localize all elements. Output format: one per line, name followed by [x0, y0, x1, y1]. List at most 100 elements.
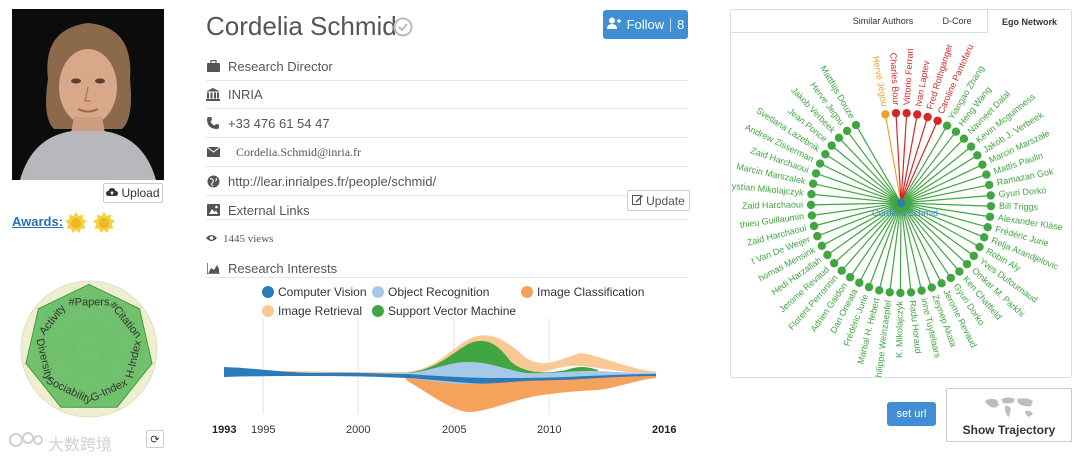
awards-link[interactable]: Awards:: [12, 214, 63, 229]
ego-center-node[interactable]: [897, 199, 905, 207]
ego-node[interactable]: [985, 212, 995, 221]
ego-node[interactable]: [983, 223, 992, 232]
ego-node-label[interactable]: Vittorio Ferrari: [902, 48, 916, 105]
phone-row: +33 476 61 54 47: [206, 113, 330, 133]
ego-node[interactable]: [955, 267, 964, 276]
ego-node[interactable]: [845, 273, 855, 282]
legend-swatch: [262, 305, 274, 317]
legend-object-recognition[interactable]: Object Recognition: [372, 285, 489, 299]
tab-d-core[interactable]: D-Core: [927, 10, 987, 32]
profile-name: Cordelia Schmid: [206, 11, 397, 41]
ego-node-label[interactable]: K. Mikolajczyk: [894, 300, 904, 358]
tab-similar-authors[interactable]: Similar Authors: [841, 10, 925, 32]
ego-node[interactable]: [837, 266, 846, 275]
ego-node[interactable]: [806, 200, 816, 210]
ego-node[interactable]: [927, 283, 936, 292]
ego-node[interactable]: [823, 250, 832, 260]
ego-node[interactable]: [959, 134, 969, 143]
ego-network-graph[interactable]: Hervé JégouCharles Bour Vittorio FerrariI…: [731, 33, 1071, 377]
ego-node[interactable]: [962, 259, 972, 269]
ego-node[interactable]: [842, 126, 852, 136]
radar-chart: #Papers#CitationH-IndexG-IndexSociabilit…: [20, 280, 158, 418]
x-end-label: 2016: [652, 424, 676, 436]
ego-node[interactable]: [885, 288, 894, 297]
upload-button[interactable]: Upload: [103, 183, 163, 203]
update-button[interactable]: Update: [627, 190, 690, 211]
ego-node[interactable]: [906, 288, 916, 297]
tab-ego-network[interactable]: Ego Network: [987, 10, 1071, 33]
legend-swatch: [372, 286, 384, 298]
ego-node[interactable]: [978, 160, 987, 169]
follow-count: 8: [677, 17, 685, 32]
ego-node[interactable]: [875, 286, 884, 295]
ego-node[interactable]: [813, 231, 822, 241]
legend-image-classification[interactable]: Image Classification: [521, 285, 644, 299]
ego-node[interactable]: [982, 170, 991, 179]
ego-node[interactable]: [923, 112, 932, 122]
ego-node[interactable]: [937, 279, 946, 288]
award-medal-icon[interactable]: [65, 212, 87, 234]
homepage-link[interactable]: http://lear.inrialpes.fr/people/schmid/: [228, 174, 436, 189]
ego-node[interactable]: [986, 191, 995, 200]
legend-image-retrieval[interactable]: Image Retrieval: [262, 304, 362, 318]
set-url-button[interactable]: set url: [887, 402, 936, 426]
ego-node[interactable]: [809, 221, 819, 231]
ego-node[interactable]: [917, 286, 926, 295]
ego-node[interactable]: [808, 179, 818, 188]
ego-node[interactable]: [821, 150, 830, 159]
watermark-text: 大数跨境: [48, 436, 113, 454]
refresh-button[interactable]: ⟳: [146, 430, 164, 448]
legend-support-vector-machine[interactable]: Support Vector Machine: [372, 304, 516, 318]
ego-node[interactable]: [817, 241, 827, 251]
divider: [206, 277, 688, 278]
ego-node[interactable]: [913, 110, 922, 119]
ego-node[interactable]: [942, 121, 952, 130]
ego-node-label[interactable]: Hervé Jégou: [871, 55, 890, 107]
ego-node[interactable]: [902, 108, 911, 118]
divider: [206, 166, 688, 167]
position-row: Research Director: [206, 56, 333, 76]
ego-edge: [900, 184, 990, 204]
ego-node-label[interactable]: Radu Horaud: [908, 300, 924, 354]
award-medal-icon[interactable]: [93, 212, 115, 234]
ego-node[interactable]: [855, 278, 864, 287]
edit-icon: [632, 194, 644, 208]
legend-computer-vision[interactable]: Computer Vision: [262, 285, 367, 299]
ego-node[interactable]: [986, 201, 996, 211]
ego-node[interactable]: [984, 180, 994, 190]
show-trajectory-button[interactable]: Show Trajectory: [946, 388, 1072, 442]
follow-button[interactable]: Follow 8: [603, 10, 688, 39]
ego-node[interactable]: [896, 288, 905, 298]
ego-node[interactable]: [807, 211, 817, 220]
ego-node[interactable]: [864, 282, 874, 292]
ego-node[interactable]: [811, 169, 821, 178]
ego-node[interactable]: [829, 259, 839, 268]
ego-node[interactable]: [969, 251, 979, 261]
ego-edge: [900, 154, 978, 204]
ego-node[interactable]: [881, 110, 890, 119]
ego-center-label: Cordelia Schmid: [872, 208, 938, 218]
ego-node[interactable]: [834, 133, 844, 143]
briefcase-icon: [206, 59, 220, 73]
ego-node-label[interactable]: Gyuri Dorkó: [998, 185, 1047, 199]
ego-node-label[interactable]: Charles Bour: [888, 52, 901, 105]
ego-node[interactable]: [851, 120, 861, 130]
x-tick-label: 2005: [442, 424, 466, 436]
area-chart-icon: [206, 261, 220, 275]
ego-node[interactable]: [946, 273, 956, 283]
ego-node[interactable]: [951, 127, 961, 136]
ego-node[interactable]: [891, 108, 901, 118]
email-text: Cordelia.Schmid@inria.fr: [236, 144, 362, 159]
ego-node[interactable]: [827, 141, 836, 150]
ego-node[interactable]: [933, 116, 942, 125]
ego-node[interactable]: [815, 159, 825, 168]
ego-node[interactable]: [966, 142, 976, 151]
ego-node-label[interactable]: Bill Triggs: [999, 201, 1039, 212]
legend-label: Object Recognition: [388, 285, 490, 299]
ego-node[interactable]: [980, 233, 989, 242]
ego-node-label[interactable]: Zaid Harchaoui: [742, 199, 803, 210]
ego-node[interactable]: [973, 151, 982, 160]
ego-node[interactable]: [807, 190, 816, 199]
ego-node[interactable]: [975, 242, 984, 252]
tab-bar: Similar Authors D-Core Ego Network: [731, 10, 1071, 33]
